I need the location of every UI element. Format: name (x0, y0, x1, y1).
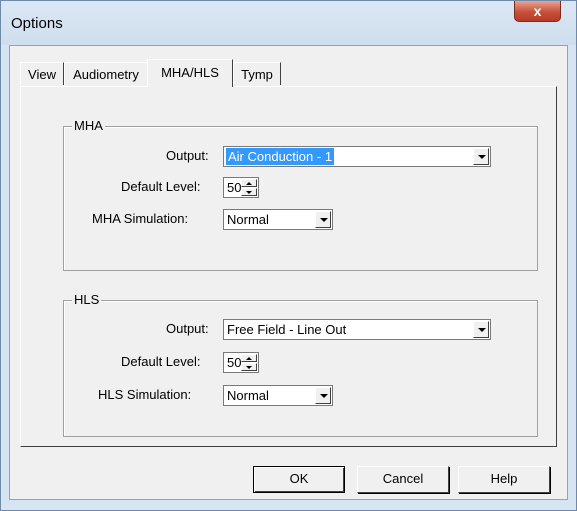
hls-output-select[interactable]: Free Field - Line Out (223, 319, 491, 340)
mha-level-stepper[interactable]: 50 (223, 177, 259, 198)
tab-label: View (28, 67, 56, 82)
hls-sim-select[interactable]: Normal (223, 385, 333, 406)
tab-mha-hls[interactable]: MHA/HLS (147, 59, 233, 87)
window-title: Options (11, 15, 63, 32)
spin-buttons (241, 179, 257, 196)
spin-down-icon[interactable] (241, 188, 257, 196)
close-icon: x (533, 3, 542, 19)
mha-sim-label: MHA Simulation: (92, 211, 189, 226)
tab-panel-mha-hls: MHA Output: Air Conduction - 1 Default L… (20, 86, 557, 447)
chevron-down-icon[interactable] (473, 321, 489, 338)
mha-sim-select[interactable]: Normal (223, 209, 333, 230)
mha-group-label: MHA (72, 118, 105, 133)
hls-output-value: Free Field - Line Out (227, 322, 347, 337)
tab-view[interactable]: View (20, 62, 64, 85)
spin-up-icon[interactable] (241, 179, 257, 187)
ok-button[interactable]: OK (253, 466, 345, 493)
help-button[interactable]: Help (458, 466, 550, 493)
chevron-down-icon[interactable] (315, 387, 331, 404)
tab-audiometry[interactable]: Audiometry (64, 62, 148, 85)
hls-group: HLS Output: Free Field - Line Out Defaul… (63, 292, 538, 437)
spin-down-icon[interactable] (241, 363, 257, 371)
mha-sim-value: Normal (227, 212, 269, 227)
mha-level-label: Default Level: (121, 179, 201, 194)
mha-output-value: Air Conduction - 1 (226, 148, 335, 165)
mha-output-select[interactable]: Air Conduction - 1 (223, 146, 491, 167)
title-bar[interactable]: Options x (1, 1, 576, 45)
cancel-button[interactable]: Cancel (357, 466, 449, 493)
spin-up-icon[interactable] (241, 354, 257, 362)
mha-level-value: 50 (227, 180, 242, 195)
dialog-body: View Audiometry MHA/HLS Tymp MHA Output:… (9, 45, 568, 500)
spin-buttons (241, 354, 257, 371)
mha-output-label: Output: (166, 148, 209, 163)
hls-level-stepper[interactable]: 50 (223, 352, 259, 373)
tab-label: Tymp (241, 67, 273, 82)
tab-tymp[interactable]: Tymp (233, 62, 281, 85)
mha-group: MHA Output: Air Conduction - 1 Default L… (63, 118, 538, 271)
hls-level-label: Default Level: (121, 354, 201, 369)
tab-label: MHA/HLS (161, 65, 219, 80)
hls-sim-value: Normal (227, 388, 269, 403)
chevron-down-icon[interactable] (473, 148, 489, 165)
chevron-down-icon[interactable] (315, 211, 331, 228)
hls-sim-label: HLS Simulation: (98, 387, 192, 402)
hls-level-value: 50 (227, 355, 242, 370)
tab-label: Audiometry (73, 67, 139, 82)
hls-group-label: HLS (72, 292, 102, 307)
close-button[interactable]: x (514, 1, 561, 22)
options-dialog: Options x View Audiometry MHA/HLS Tymp M… (0, 0, 577, 511)
hls-output-label: Output: (166, 321, 209, 336)
